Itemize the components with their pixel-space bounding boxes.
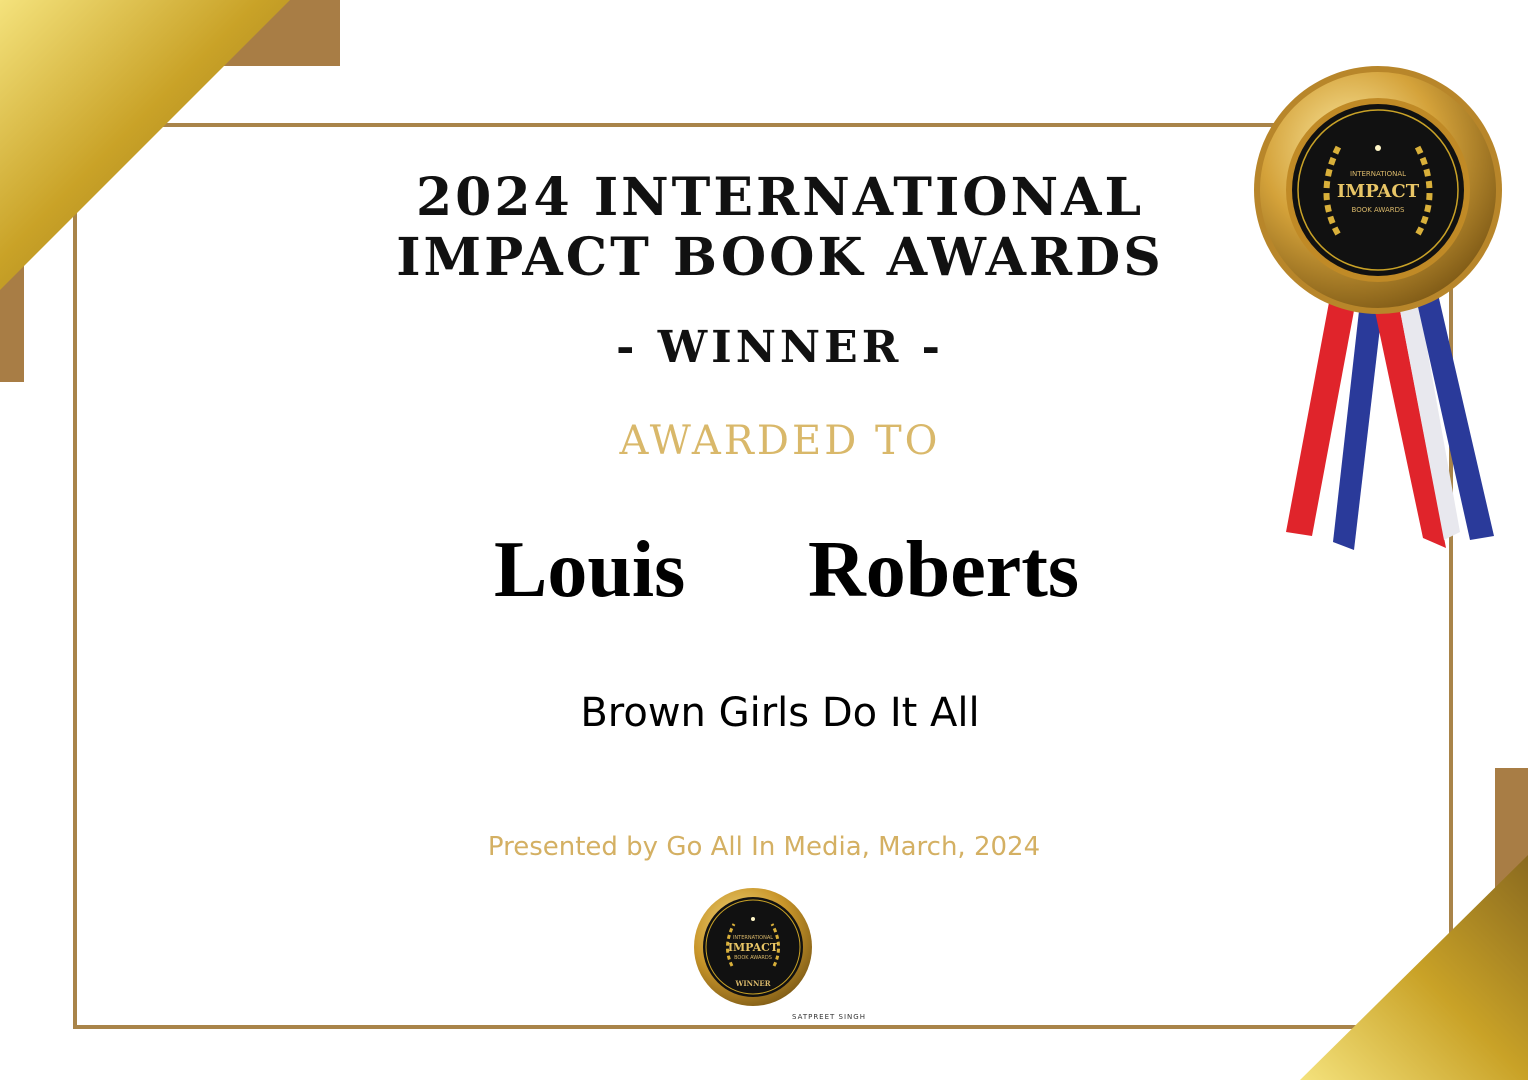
book-title: Brown Girls Do It All xyxy=(580,690,980,736)
corner-ribbon-bottom-right xyxy=(1290,765,1528,1080)
award-seal-medal: INTERNATIONAL IMPACT BOOK AWARDS xyxy=(1248,62,1508,556)
award-year: 2024 xyxy=(415,167,573,228)
small-seal-bottom-text: BOOK AWARDS xyxy=(734,955,772,961)
big-seal-bottom-text: BOOK AWARDS xyxy=(1352,206,1406,214)
presented-by-line: Presented by Go All In Media, March, 202… xyxy=(487,832,1041,862)
small-award-seal: INTERNATIONAL IMPACT BOOK AWARDS WINNER xyxy=(692,886,814,1012)
small-seal-winner-text: WINNER xyxy=(734,979,770,988)
title-international: INTERNATIONAL xyxy=(593,167,1145,228)
recipient-last-name: Roberts xyxy=(808,526,1080,614)
big-seal-middle-text: IMPACT xyxy=(1337,181,1420,202)
big-seal-top-text: INTERNATIONAL xyxy=(1350,170,1406,178)
recipient-first-name: Louis xyxy=(494,526,686,614)
signature-name: SATPREET SINGH xyxy=(792,1013,866,1021)
small-seal-middle-text: IMPACT xyxy=(728,941,779,954)
